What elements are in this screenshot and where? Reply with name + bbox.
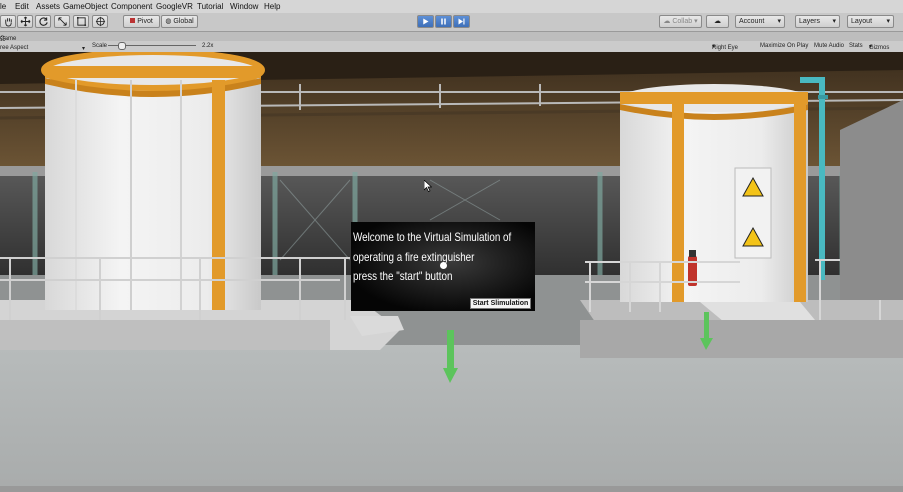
layers-dropdown[interactable]: Layers ▾ [795, 15, 840, 28]
aspect-label: ree Aspect [0, 45, 29, 51]
global-label: Global [173, 18, 194, 25]
pivot-label: Pivot [137, 18, 153, 25]
layers-label: Layers [799, 18, 821, 25]
maximize-on-play-toggle[interactable]: Maximize On Play [760, 43, 808, 49]
menu-tutorial[interactable]: Tutorial [197, 2, 223, 11]
account-dropdown[interactable]: Account ▾ [735, 15, 785, 28]
menu-help[interactable]: Help [264, 2, 280, 11]
collab-button[interactable]: ☁ Collab ▾ [659, 15, 702, 28]
welcome-line-3: press the "start" button [353, 269, 453, 283]
play-button[interactable] [417, 15, 434, 28]
mute-audio-toggle[interactable]: Mute Audio [814, 43, 844, 49]
mouse-cursor-icon [424, 180, 432, 192]
globe-icon: ◍ [165, 18, 172, 25]
menu-component[interactable]: Component [111, 2, 152, 11]
scale-tool-button[interactable] [54, 15, 70, 28]
layout-dropdown[interactable]: Layout ▾ [847, 15, 894, 28]
layout-label: Layout [851, 18, 873, 25]
move-arrows-icon [20, 16, 30, 27]
menu-gameobject[interactable]: GameObject [63, 2, 108, 11]
scale-icon [57, 17, 67, 26]
rect-icon [76, 16, 86, 27]
menu-googlevr[interactable]: GoogleVR [156, 2, 193, 11]
start-simulation-button[interactable]: Start Slimulation [470, 298, 531, 309]
play-icon [423, 18, 429, 25]
gizmos-dropdown[interactable]: Gizmos ▾ [869, 43, 889, 51]
gaze-pointer [440, 262, 447, 269]
transform-icon [95, 16, 105, 27]
chevron-down-icon: ▾ [777, 18, 781, 25]
collab-label: Collab [672, 18, 693, 25]
rotate-tool-button[interactable] [35, 15, 51, 28]
move-tool-button[interactable] [17, 15, 33, 28]
eye-label: Right Eye [712, 45, 739, 51]
hand-icon [4, 18, 12, 27]
menu-edit[interactable]: Edit [15, 2, 29, 11]
chevron-down-icon: ▾ [832, 18, 836, 25]
scale-label: Scale [92, 43, 108, 49]
stats-toggle[interactable]: Stats [849, 43, 863, 49]
pause-icon [441, 18, 446, 25]
pause-button[interactable] [435, 15, 452, 28]
pivot-icon [130, 18, 136, 23]
welcome-line-1: Welcome to the Virtual Simulation of [353, 230, 512, 244]
scale-value: 2.2x [202, 43, 214, 49]
chevron-down-icon: ▾ [886, 18, 890, 25]
rect-tool-button[interactable] [73, 15, 89, 28]
rotate-icon [38, 17, 48, 26]
transform-tool-button[interactable] [92, 15, 108, 28]
global-button[interactable]: ◍ Global [161, 15, 198, 28]
welcome-line-2: operating a fire extinguisher [353, 250, 475, 264]
menu-file[interactable]: le [0, 2, 6, 11]
step-button[interactable] [453, 15, 470, 28]
step-icon [458, 18, 465, 25]
chevron-down-icon: ▾ [82, 46, 86, 52]
menu-window[interactable]: Window [230, 2, 258, 11]
pivot-button[interactable]: Pivot [123, 15, 160, 28]
cloud-icon: ☁ [714, 18, 721, 25]
status-bar [0, 486, 903, 492]
welcome-panel: Welcome to the Virtual Simulation of ope… [351, 222, 535, 311]
menu-bar: le Edit Assets GameObject Component Goog… [0, 0, 903, 13]
cloud-button[interactable]: ☁ [706, 15, 729, 28]
cloud-check-icon: ☁ [663, 18, 671, 25]
hand-tool-button[interactable] [0, 15, 16, 28]
scale-slider-thumb[interactable] [118, 42, 126, 50]
game-viewport[interactable]: Welcome to the Virtual Simulation of ope… [0, 52, 903, 486]
toolbar: Pivot ◍ Global ☁ Collab ▾ ☁ Account ▾ Lay… [0, 13, 903, 32]
eye-dropdown[interactable]: Right Eye ▾ [712, 43, 738, 51]
account-label: Account [739, 18, 765, 25]
tab-bar: ☷ Game [0, 32, 903, 43]
menu-assets[interactable]: Assets [36, 2, 60, 11]
gizmos-label: Gizmos [869, 45, 890, 51]
